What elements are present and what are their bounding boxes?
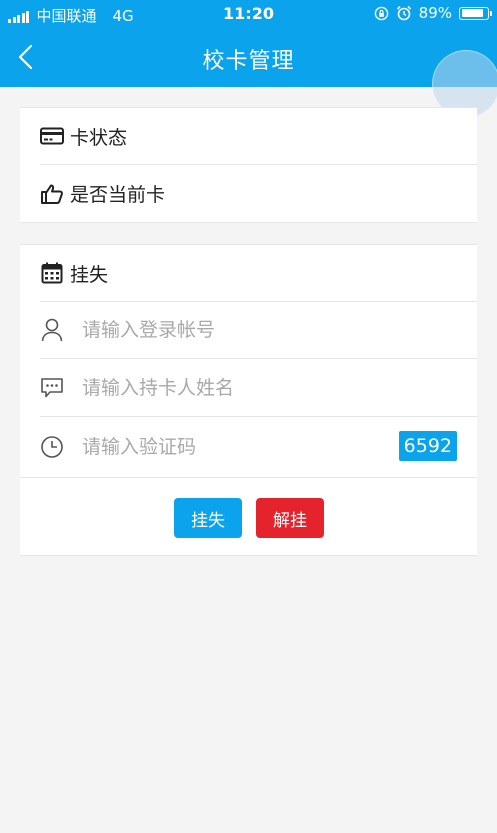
chat-bubble-icon (40, 376, 64, 400)
verify-code-input[interactable] (82, 435, 382, 458)
holder-name-row (40, 360, 477, 417)
status-bar: 中国联通 4G 11:20 89% (0, 0, 497, 28)
account-input[interactable] (82, 319, 382, 341)
clock-icon (40, 435, 64, 459)
credit-card-icon (40, 124, 64, 148)
battery-percent: 89% (418, 4, 452, 22)
current-card-label: 是否当前卡 (70, 184, 166, 206)
alarm-icon (396, 5, 411, 21)
report-loss-title: 挂失 (70, 263, 109, 286)
header-bar: 中国联通 4G 11:20 89% 校卡管理 (0, 0, 497, 87)
report-loss-button[interactable]: 挂失 (174, 498, 242, 538)
current-card-row: 是否当前卡 (40, 165, 477, 222)
action-buttons: 挂失 解挂 (20, 477, 477, 558)
battery-icon (459, 6, 492, 20)
holder-name-input[interactable] (82, 377, 382, 399)
account-row (40, 302, 477, 359)
card-status-row: 卡状态 (40, 108, 477, 165)
unlock-button[interactable]: 解挂 (256, 498, 324, 538)
card-status-panel: 卡状态 是否当前卡 (20, 107, 477, 223)
report-loss-panel: 挂失 6592 挂失 解挂 (20, 244, 477, 556)
thumbs-up-icon (40, 182, 64, 206)
verify-code-row: 6592 (40, 418, 477, 475)
orientation-lock-icon (374, 6, 388, 20)
battery-fill (461, 9, 483, 17)
card-status-label: 卡状态 (70, 126, 128, 149)
report-loss-header: 挂失 (40, 245, 477, 302)
calendar-icon (40, 261, 64, 285)
page-title: 校卡管理 (202, 49, 295, 74)
captcha-code[interactable]: 6592 (398, 431, 457, 461)
status-right: 89% (367, 4, 492, 22)
user-icon (40, 318, 64, 342)
